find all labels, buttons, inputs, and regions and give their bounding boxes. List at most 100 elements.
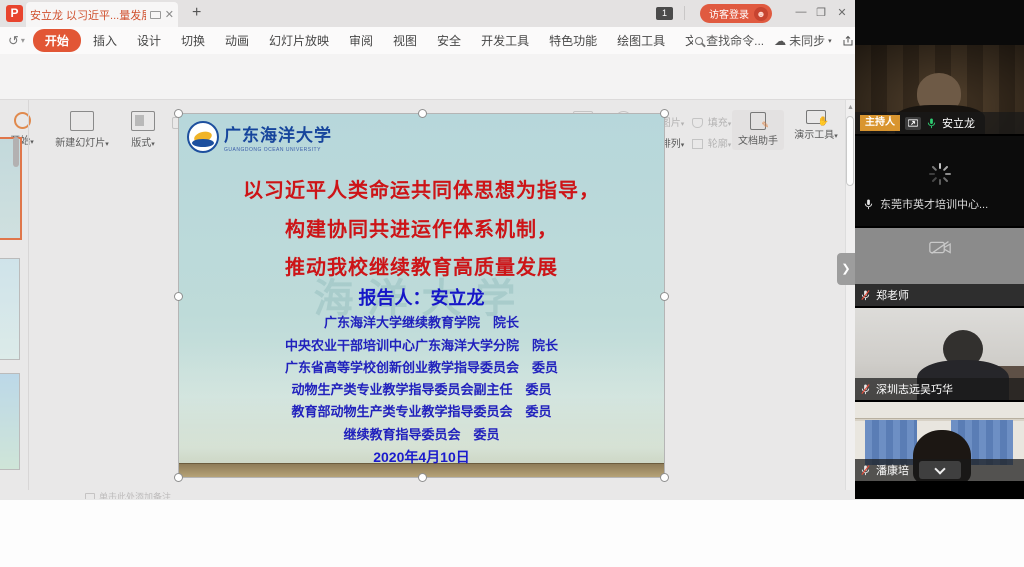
tab-special-features[interactable]: 特色功能 <box>541 29 605 52</box>
credential-line-5: 教育部动物生产类专业教学指导委员会 委员 <box>179 401 664 420</box>
chevron-down-icon <box>934 463 945 474</box>
scroll-up-icon[interactable]: ▲ <box>847 104 854 111</box>
outline-icon <box>692 139 703 149</box>
meeting-control-bar: 解除静音 ▲ 开启视频 ▲ 共享屏幕 <box>0 499 1024 567</box>
new-tab-button[interactable]: + <box>192 4 201 22</box>
credential-line-2: 中央农业干部培训中心广东海洋大学分院 院长 <box>179 335 664 354</box>
slide-title-line-2: 构建协同共进运作体系机制， <box>179 213 664 242</box>
participant-video: 主持人 安立龙 <box>855 45 1024 134</box>
selection-handle[interactable] <box>418 473 427 482</box>
ribbon-tab-row: ↺ ▾ 开始 插入 设计 切换 动画 幻灯片放映 审阅 视图 安全 开发工具 特… <box>0 27 855 54</box>
participant-name: 安立龙 <box>942 115 975 131</box>
window-close-button[interactable]: ✕ <box>834 6 850 19</box>
slide-canvas[interactable]: 海洋大学 广东海洋大学 GUANGDONG OCEAN UNIVERSITY 以… <box>178 113 665 478</box>
camera-off-placeholder <box>855 228 1024 284</box>
tab-pin-icon[interactable] <box>150 11 161 19</box>
document-tab[interactable]: 安立龙 以习近平...量发展-4.10 ✕ <box>26 2 178 27</box>
doc-assistant-label: 文档助手 <box>738 136 778 147</box>
tab-text-tools[interactable]: 文本工具 <box>677 29 693 52</box>
layout-button[interactable]: 版式▾ <box>120 111 166 149</box>
slide-title-line-1: 以习近平人类命运共同体思想为指导， <box>179 174 664 203</box>
layout-icon <box>131 111 155 131</box>
new-slide-button[interactable]: 新建幻灯片▾ <box>48 111 116 149</box>
find-command[interactable]: 查找命令... <box>695 32 764 49</box>
selection-handle[interactable] <box>418 109 427 118</box>
university-name-en: GUANGDONG OCEAN UNIVERSITY <box>224 147 332 153</box>
panel-expand-toggle[interactable]: ❯ <box>837 253 855 285</box>
tab-animation[interactable]: 动画 <box>217 29 257 52</box>
participant-tile-video-2[interactable]: 潘康培 <box>855 402 1024 481</box>
credential-line-6: 继续教育指导委员会 委员 <box>179 424 664 443</box>
slide-date: 2020年4月10日 <box>179 447 664 467</box>
selection-handle[interactable] <box>660 473 669 482</box>
undo-icon[interactable]: ↺ <box>8 33 19 49</box>
tab-close-icon[interactable]: ✕ <box>165 8 174 21</box>
tab-view[interactable]: 视图 <box>385 29 425 52</box>
presenter-line: 报告人：安立龙 <box>179 284 664 310</box>
selection-handle[interactable] <box>174 292 183 301</box>
new-slide-icon <box>70 111 94 131</box>
slide-title-line-3: 推动我校继续教育高质量发展 <box>179 251 664 280</box>
credential-line-3: 广东省高等学校创新创业教学指导委员会 委员 <box>179 357 664 376</box>
participant-tile-loading[interactable]: 东莞市英才培训中心... <box>855 136 1024 226</box>
undo-dropdown-icon[interactable]: ▾ <box>21 36 25 45</box>
mic-muted-icon <box>860 464 871 477</box>
thumbnail-scrollbar[interactable] <box>13 137 19 167</box>
guest-login-button[interactable]: 访客登录 ☻ <box>700 4 772 23</box>
participant-tile-camera-off[interactable]: 郑老师 <box>855 228 1024 306</box>
outline-label: 轮廓 <box>708 139 728 150</box>
tab-insert[interactable]: 插入 <box>85 29 125 52</box>
slide-thumbnail-3[interactable] <box>0 373 20 470</box>
doc-assistant-button[interactable]: ✎ 文档助手 <box>732 110 784 150</box>
university-name: 广东海洋大学 <box>224 121 332 146</box>
tab-security[interactable]: 安全 <box>429 29 469 52</box>
mic-on-icon <box>926 117 937 130</box>
screen: P 安立龙 以习近平...量发展-4.10 ✕ + 1 访客登录 ☻ — ❐ ✕… <box>0 0 1024 567</box>
selection-handle[interactable] <box>660 292 669 301</box>
participant-name: 东莞市英才培训中心... <box>880 196 988 212</box>
tab-dev-tools[interactable]: 开发工具 <box>473 29 537 52</box>
cloud-sync-button[interactable]: ☁ 未同步 ▾ <box>774 32 832 49</box>
sync-label: 未同步 <box>789 32 825 49</box>
tab-design[interactable]: 设计 <box>129 29 169 52</box>
participant-name: 深圳志远吴巧华 <box>876 381 953 397</box>
restore-button[interactable]: ❐ <box>813 6 829 19</box>
selection-handle[interactable] <box>660 109 669 118</box>
wps-presentation-window: P 安立龙 以习近平...量发展-4.10 ✕ + 1 访客登录 ☻ — ❐ ✕… <box>0 0 855 499</box>
layout-label: 版式 <box>131 138 151 149</box>
titlebar-divider <box>684 6 685 20</box>
tab-slideshow[interactable]: 幻灯片放映 <box>261 29 337 52</box>
present-tools-label: 演示工具 <box>794 130 834 141</box>
participant-name: 郑老师 <box>876 287 909 303</box>
tab-home[interactable]: 开始 <box>33 29 81 52</box>
sync-dropdown-icon: ▾ <box>828 37 832 45</box>
tab-drawing-tools[interactable]: 绘图工具 <box>609 29 673 52</box>
fill-icon <box>692 118 703 128</box>
selection-handle[interactable] <box>174 109 183 118</box>
collapse-videos-button[interactable] <box>919 461 961 479</box>
doc-assistant-icon: ✎ <box>750 112 766 130</box>
slide-thumbnail-2[interactable] <box>0 258 20 360</box>
mic-muted-icon <box>860 289 871 302</box>
search-icon <box>695 37 703 45</box>
participant-tile-host[interactable]: 主持人 安立龙 <box>855 0 1024 134</box>
new-slide-label: 新建幻灯片 <box>55 138 105 149</box>
participant-tile-video[interactable]: 深圳志远吴巧华 <box>855 308 1024 400</box>
document-count-badge: 1 <box>656 7 673 20</box>
participant-name: 潘康培 <box>876 462 909 478</box>
loading-spinner-icon <box>928 162 952 186</box>
present-tools-button[interactable]: ✋ 演示工具▾ <box>790 110 842 141</box>
minimize-button[interactable]: — <box>793 6 809 18</box>
fill-label: 填充 <box>708 118 728 129</box>
meeting-video-sidebar: 主持人 安立龙 <box>855 0 1024 499</box>
scrollbar-thumb[interactable] <box>846 116 854 186</box>
tab-review[interactable]: 审阅 <box>341 29 381 52</box>
screen-sharing-icon <box>905 117 921 130</box>
mic-on-icon <box>863 198 874 211</box>
window-tab-bar: P 安立龙 以习近平...量发展-4.10 ✕ + 1 访客登录 ☻ — ❐ ✕ <box>0 0 855 27</box>
tab-transition[interactable]: 切换 <box>173 29 213 52</box>
guest-login-label: 访客登录 <box>709 6 749 21</box>
home-toolbar: 开始▾ 新建幻灯片▾ 版式▾ 重置 ▾ -0.05▾ A⁺ A <box>0 54 855 100</box>
selection-handle[interactable] <box>174 473 183 482</box>
outline-button: 轮廓▾ <box>692 135 731 150</box>
